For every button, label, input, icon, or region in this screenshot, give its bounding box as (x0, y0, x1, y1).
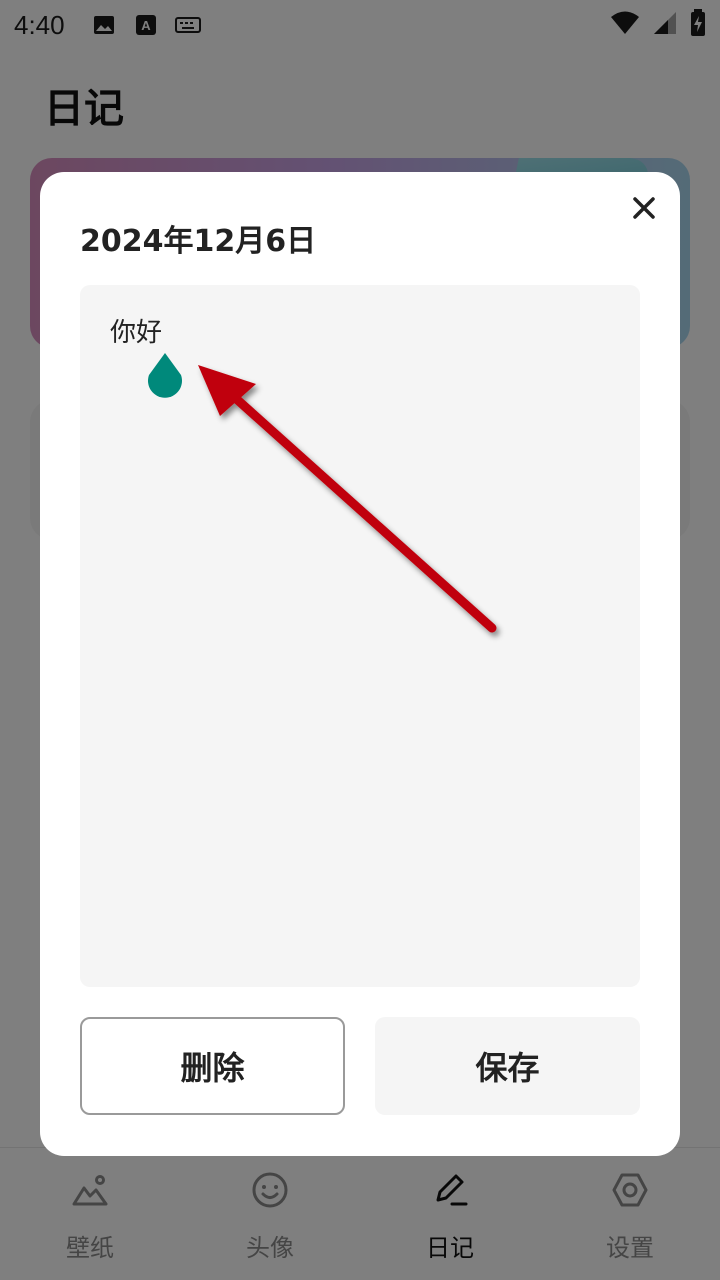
diary-dialog: 2024年12月6日 你好 删除 保存 (40, 172, 680, 1156)
close-icon (633, 197, 655, 219)
diary-content[interactable]: 你好 (110, 315, 610, 351)
delete-button[interactable]: 删除 (80, 1017, 345, 1115)
diary-date: 2024年12月6日 (80, 224, 317, 259)
diary-input[interactable]: 你好 (80, 285, 640, 987)
save-button[interactable]: 保存 (375, 1017, 640, 1115)
close-button[interactable] (626, 190, 662, 226)
text-cursor-handle-icon[interactable] (144, 351, 186, 401)
screen: 4:40 A 日记 壁纸 (0, 0, 720, 1280)
dialog-actions: 删除 保存 (80, 1017, 640, 1115)
